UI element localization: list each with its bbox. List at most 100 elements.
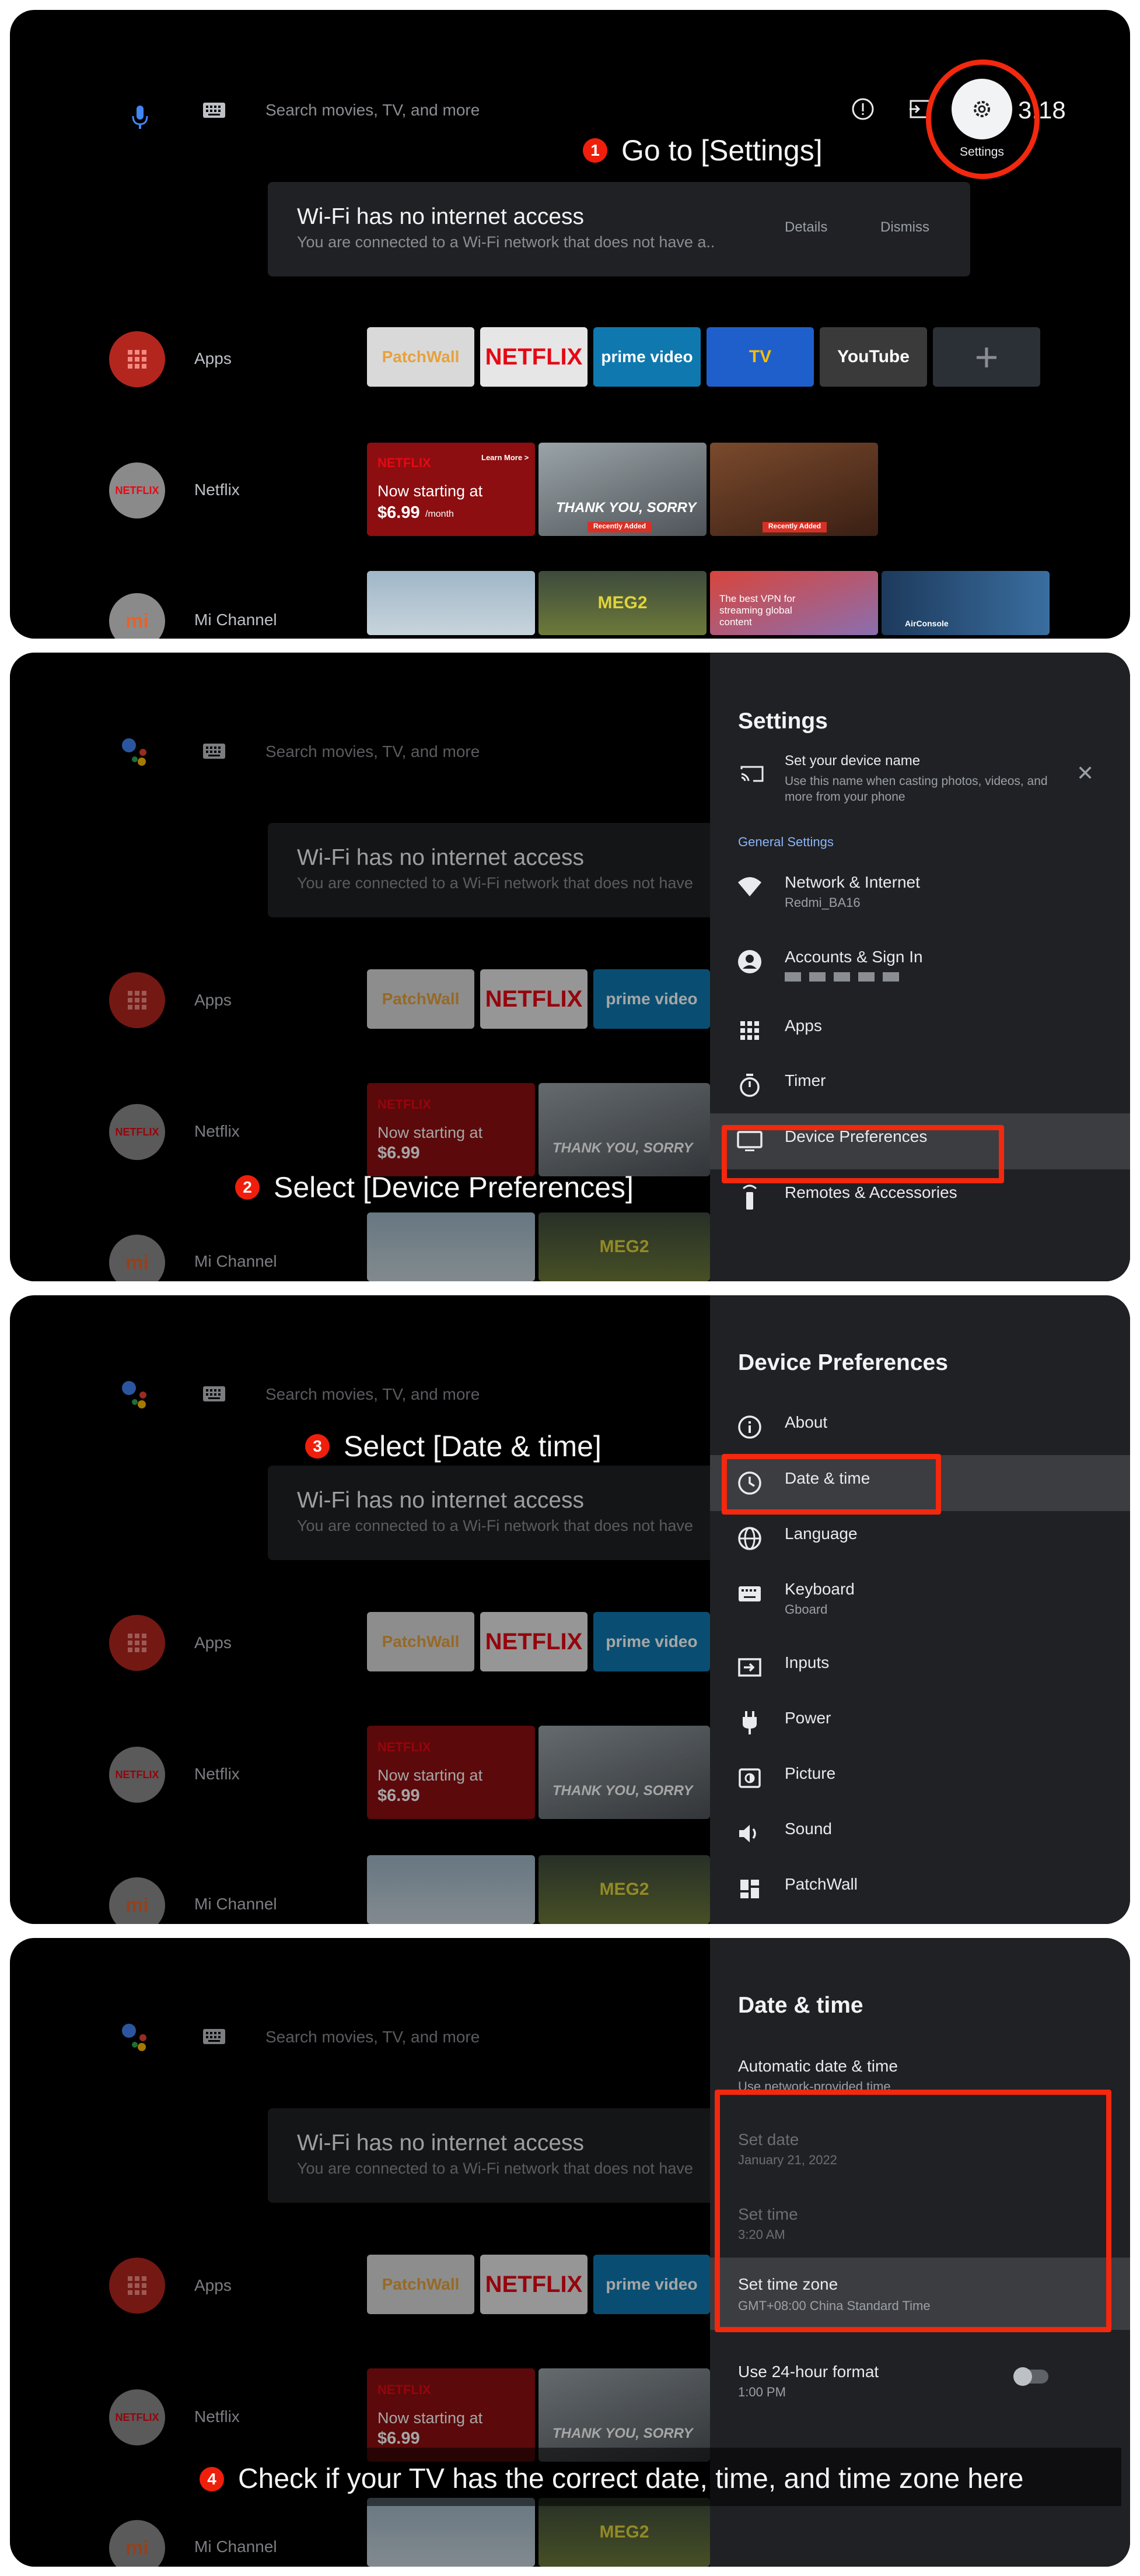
item-label: Apps [785,1017,822,1035]
youtube-tile[interactable]: YouTube [820,327,927,387]
movie-tile-2[interactable]: Recently Added [710,443,878,536]
settings-item-timer[interactable]: Timer [710,1057,1130,1113]
notification-icon[interactable] [850,96,876,122]
pref-item-keyboard[interactable]: Keyboard Gboard [710,1566,1130,1630]
mi-tile-meg2[interactable]: MEG2 [538,571,707,635]
mi-tile-airconsole[interactable]: AirConsole [882,571,1050,635]
search-placeholder[interactable]: Search movies, TV, and more [265,101,480,120]
settings-item-accounts[interactable]: Accounts & Sign In [710,934,1130,990]
date-time-settings-highlight [715,2090,1111,2332]
item-sub: Gboard [785,1602,828,1617]
dismiss-button[interactable]: Dismiss [880,219,929,236]
pref-item-patchwall[interactable]: PatchWall [710,1861,1130,1917]
timer-icon [737,1073,763,1098]
item-label: Power [785,1709,831,1727]
pref-item-power[interactable]: Power [710,1695,1130,1751]
remote-icon [737,1184,763,1210]
cast-title: Set your device name [785,753,921,769]
pref-item-inputs[interactable]: Inputs [710,1639,1130,1695]
cast-icon [739,763,765,784]
item-label: Picture [785,1764,836,1782]
24-hour-toggle[interactable] [1013,2367,1048,2386]
step-text: Select [Device Preferences] [274,1171,634,1204]
prime-video-tile[interactable]: prime video [593,327,701,387]
screenshot-panel-1: Search movies, TV, and more Settings 3:1… [10,10,1130,639]
account-icon [737,949,763,975]
keyboard-icon[interactable] [202,102,226,118]
device-preferences-side-panel: Device Preferences About Date & time Lan… [710,1295,1130,1924]
picture-icon [737,1765,763,1791]
row-label-apps: Apps [194,349,232,367]
pref-item-language[interactable]: Language [710,1510,1130,1566]
date-time-highlight [722,1454,941,1515]
section-header: General Settings [738,835,834,849]
apps-icon [737,1018,763,1043]
dim-overlay [10,1295,710,1924]
recently-added-badge: Recently Added [763,522,827,532]
use-24-hour-format-item[interactable]: Use 24-hour format 1:00 PM [710,2349,1130,2413]
step-1-instruction: 1 Go to [Settings] [583,134,823,167]
add-app-tile[interactable]: + [933,327,1040,387]
step-number: 3 [305,1434,330,1459]
step-3-instruction: 3 Select [Date & time] [305,1429,602,1463]
microphone-icon[interactable] [130,102,151,135]
item-label: Inputs [785,1653,830,1671]
step-text: Check if your TV has the correct date, t… [238,2463,1024,2494]
step-2-instruction: 2 Select [Device Preferences] [235,1170,634,1204]
settings-item-apps[interactable]: Apps [710,1003,1130,1059]
promo-brand: NETFLIX [377,455,431,470]
tv-app-tile[interactable]: TV [707,327,814,387]
pref-item-picture[interactable]: Picture [710,1750,1130,1806]
pref-item-about[interactable]: About [710,1399,1130,1455]
row-label-mi-channel: Mi Channel [194,611,277,629]
wifi-icon [737,874,763,900]
wifi-warning-banner: Wi-Fi has no internet access You are con… [268,182,970,276]
apps-grid-icon[interactable] [109,331,165,387]
settings-side-panel: Settings Set your device name Use this n… [710,653,1130,1281]
side-panel-title: Device Preferences [738,1350,948,1375]
power-plug-icon [737,1710,763,1736]
tile-title: THANK YOU, SORRY [556,500,697,516]
netflix-promo-tile[interactable]: NETFLIX Learn More > Now starting at $6.… [367,443,535,536]
step-text: Select [Date & time] [344,1430,602,1463]
promo-learn-more: Learn More > [481,453,529,462]
promo-per: /month [425,509,454,519]
item-label: Remotes & Accessories [785,1183,957,1201]
cast-description: Use this name when casting photos, video… [785,774,1048,804]
step-number: 4 [200,2466,224,2491]
netflix-tile[interactable]: NETFLIX [480,327,588,387]
vpn-tile-text: The best VPN for streaming global conten… [719,593,796,628]
step-number: 2 [235,1175,260,1200]
patchwall-tile[interactable]: PatchWall [367,327,474,387]
banner-message: You are connected to a Wi-Fi network tha… [297,233,715,251]
step-4-instruction: 4 Check if your TV has the correct date,… [200,2463,1023,2495]
item-label: Keyboard [785,1580,855,1598]
item-label: PatchWall [785,1875,858,1893]
settings-item-network[interactable]: Network & Internet Redmi_BA16 [710,859,1130,915]
pref-item-sound[interactable]: Sound [710,1806,1130,1862]
item-label: Network & Internet [785,873,920,891]
side-panel-title: Date & time [738,1993,863,2018]
airconsole-label: AirConsole [905,619,949,628]
item-label: Use 24-hour format [738,2363,879,2381]
promo-line: Now starting at [377,482,483,500]
close-icon[interactable]: ✕ [1076,761,1094,786]
item-label: Timer [785,1071,826,1089]
screenshot-panel-2: Search movies, TV, and more Wi-Fi has no… [10,653,1130,1281]
mi-tile-vpn[interactable]: The best VPN for streaming global conten… [710,571,878,635]
row-label-netflix: Netflix [194,481,240,499]
movie-tile-thank-you-sorry[interactable]: THANK YOU, SORRY Recently Added [538,443,707,536]
item-sub: 1:00 PM [738,2385,786,2399]
device-preferences-highlight [722,1125,1004,1183]
info-icon [737,1414,763,1440]
mi-tile-shark[interactable] [367,571,535,635]
mi-icon[interactable]: mi [109,593,165,639]
details-button[interactable]: Details [785,219,827,236]
recently-added-badge: Recently Added [588,522,652,532]
patchwall-icon [737,1876,763,1902]
netflix-icon[interactable]: NETFLIX [109,462,165,518]
screenshot-panel-3: Search movies, TV, and more Wi-Fi has no… [10,1295,1130,1924]
item-sub: Redmi_BA16 [785,895,861,910]
side-panel-title: Settings [738,709,828,734]
globe-icon [737,1526,763,1551]
